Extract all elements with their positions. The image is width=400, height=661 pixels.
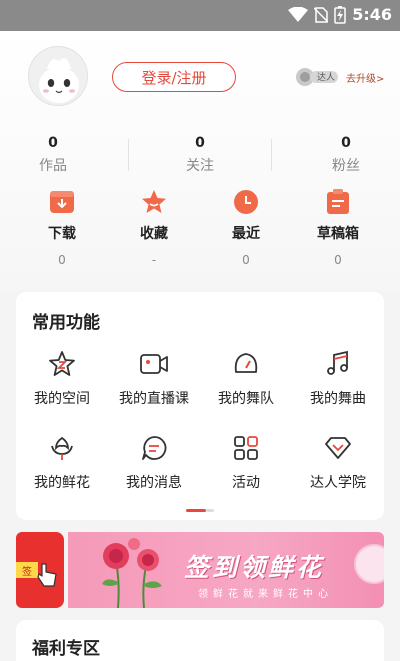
fn-my-space[interactable]: 我的空间 [16, 350, 108, 408]
fn-label: 达人学院 [310, 475, 366, 491]
page-indicator [186, 509, 214, 512]
stat-label: 粉丝 [332, 158, 360, 174]
quick-download[interactable]: 下载 0 [22, 189, 102, 267]
section-title: 福利专区 [32, 639, 100, 659]
quick-favorites[interactable]: 收藏 - [114, 189, 194, 267]
flower-icon [51, 436, 73, 460]
stat-works[interactable]: 0 作品 [13, 135, 93, 175]
star-icon [142, 190, 166, 213]
default-avatar-icon [39, 58, 79, 103]
drafts-icon [327, 189, 349, 214]
fn-expert-academy[interactable]: 达人学院 [292, 434, 384, 492]
common-functions-card: 常用功能 我的空间 我的直播课 我的舞队 我的舞曲 我的鲜花 我的消息 活动 达… [16, 292, 384, 520]
fn-label: 活动 [232, 475, 260, 491]
grid-icon [234, 436, 258, 460]
stat-following[interactable]: 0 关注 [160, 135, 240, 175]
stats-row: 0 作品 0 关注 0 粉丝 [0, 135, 400, 179]
level-badge-label: 达人 [317, 73, 336, 83]
fn-label: 我的舞曲 [310, 391, 366, 407]
banner-title: 签到领鲜花 [184, 553, 325, 582]
divider [271, 139, 272, 171]
stat-value: 0 [195, 135, 205, 151]
banner-side-tab[interactable]: 签 [16, 532, 64, 608]
gauge-icon [234, 353, 258, 373]
clock-icon [234, 190, 258, 214]
stat-value: 0 [341, 135, 351, 151]
quick-count: - [151, 253, 157, 267]
fn-label: 我的空间 [34, 391, 90, 407]
status-bar: 5:46 [0, 0, 400, 31]
login-register-button[interactable]: 登录/注册 [112, 62, 236, 92]
heart-badge-icon [325, 437, 351, 459]
quick-drafts[interactable]: 草稿箱 0 [298, 189, 378, 267]
gift-coin-icon [354, 544, 384, 584]
level-upgrade[interactable]: 达人 去升级> [294, 66, 384, 88]
stat-label: 关注 [186, 158, 214, 174]
quick-label: 最近 [232, 226, 260, 242]
fn-dance-music[interactable]: 我的舞曲 [292, 350, 384, 408]
quick-count: 0 [334, 253, 342, 267]
rose-illustration-icon [102, 538, 162, 608]
fn-dance-team[interactable]: 我的舞队 [200, 350, 292, 408]
quick-count: 0 [58, 253, 66, 267]
divider [128, 139, 129, 171]
quick-label: 草稿箱 [317, 226, 359, 242]
battery-charging-icon [334, 5, 346, 24]
stat-value: 0 [48, 135, 58, 151]
no-sim-icon [314, 6, 329, 23]
fn-activities[interactable]: 活动 [200, 434, 292, 492]
music-note-icon [327, 350, 348, 375]
video-camera-icon [140, 354, 168, 374]
wifi-icon [288, 6, 309, 22]
fn-my-messages[interactable]: 我的消息 [108, 434, 200, 492]
message-icon [142, 436, 167, 460]
fn-label: 我的直播课 [119, 391, 189, 407]
quick-recent[interactable]: 最近 0 [206, 189, 286, 267]
fn-live-course[interactable]: 我的直播课 [108, 350, 200, 408]
quick-count: 0 [242, 253, 250, 267]
banner-side-tag: 签 [16, 562, 38, 578]
fn-my-flowers[interactable]: 我的鲜花 [16, 434, 108, 492]
quick-actions: 下载 0 收藏 - 最近 0 草稿箱 0 [0, 189, 400, 285]
avatar[interactable] [28, 46, 88, 106]
profile-header: 登录/注册 达人 去升级> 0 作品 0 关注 0 粉丝 下载 0 收藏 - 最… [0, 31, 400, 291]
checkin-banner[interactable]: 签 签到领鲜花 领鲜花就来鲜花中心 [16, 532, 384, 608]
space-star-icon [49, 351, 75, 376]
quick-label: 下载 [48, 226, 76, 242]
level-badge: 达人 [294, 66, 340, 88]
clock-time: 5:46 [352, 5, 392, 24]
pointer-hand-icon [37, 563, 57, 587]
section-title: 常用功能 [32, 313, 100, 333]
welfare-card: 福利专区 [16, 620, 384, 661]
fn-label: 我的消息 [126, 475, 182, 491]
fn-label: 我的舞队 [218, 391, 274, 407]
banner-main[interactable]: 签到领鲜花 领鲜花就来鲜花中心 [68, 532, 384, 608]
download-icon [50, 191, 74, 213]
stat-fans[interactable]: 0 粉丝 [306, 135, 386, 175]
banner-subtitle: 领鲜花就来鲜花中心 [198, 589, 333, 600]
upgrade-link[interactable]: 去升级> [346, 70, 384, 85]
fn-label: 我的鲜花 [34, 475, 90, 491]
stat-label: 作品 [39, 158, 67, 174]
quick-label: 收藏 [140, 226, 168, 242]
